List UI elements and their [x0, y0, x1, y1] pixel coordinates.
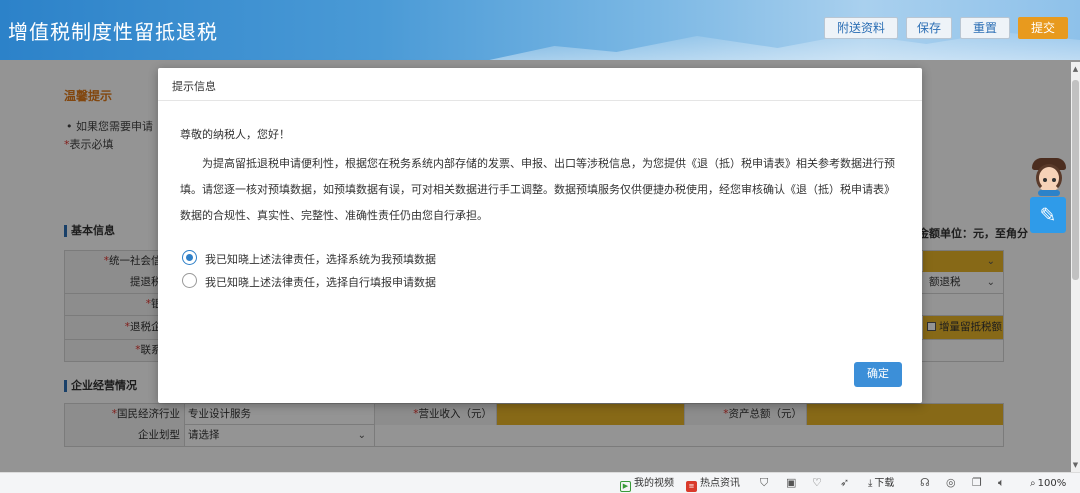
dialog-header: 提示信息: [158, 68, 922, 101]
avatar-face: [1036, 164, 1062, 192]
submit-button[interactable]: 提交: [1018, 17, 1068, 39]
shield-icon[interactable]: ⛉: [760, 476, 768, 490]
page-scrollbar[interactable]: ▲ ▼: [1071, 62, 1080, 472]
dialog-body: 尊敬的纳税人，您好！ 为提高留抵退税申请便利性，根据您在税务系统内部存储的发票、…: [180, 126, 902, 229]
avatar-collar: [1038, 190, 1060, 196]
my-video-label: 我的视频: [634, 478, 674, 489]
scrollbar-thumb[interactable]: [1072, 80, 1079, 280]
scroll-down-icon[interactable]: ▼: [1071, 460, 1080, 470]
info-dialog: 提示信息 尊敬的纳税人，您好！ 为提高留抵退税申请便利性，根据您在税务系统内部存…: [158, 68, 922, 403]
app-header: 增值税制度性留抵退税 附送资料 保存 重置 提交: [0, 0, 1080, 60]
speaker-icon[interactable]: 🔈︎: [998, 476, 1005, 490]
avatar-eye: [1043, 178, 1047, 182]
dialog-greeting: 尊敬的纳税人，您好！: [180, 128, 290, 141]
hot-news-label: 热点资讯: [700, 478, 740, 489]
browser-icon[interactable]: ◎: [946, 476, 956, 490]
headset-icon[interactable]: ☊: [920, 476, 930, 490]
radio-option-label: 我已知晓上述法律责任，选择自行填报申请数据: [205, 276, 436, 289]
zoom-level: 100%: [1037, 478, 1067, 489]
zoom-control[interactable]: ⌕ 100%: [1030, 477, 1066, 490]
confirm-button[interactable]: 确定: [854, 362, 902, 387]
browser-status-bar: ▶ 我的视频 ≡ 热点资讯 ⛉ ▣ ♡ ➶ ⤓ 下载 ☊ ◎ ❐ 🔈︎ ⌕ 100%: [0, 472, 1080, 493]
my-video-link[interactable]: ▶ 我的视频: [620, 477, 674, 492]
download-link[interactable]: ⤓ 下载: [868, 477, 894, 490]
image-icon[interactable]: ▣: [786, 476, 796, 490]
chat-icon[interactable]: ✎: [1030, 197, 1066, 233]
save-button[interactable]: 保存: [906, 17, 952, 39]
rocket-icon[interactable]: ➶: [840, 476, 849, 490]
hot-news-link[interactable]: ≡ 热点资讯: [686, 477, 740, 492]
avatar-eye: [1052, 178, 1056, 182]
radio-button[interactable]: [182, 273, 197, 288]
reset-button[interactable]: 重置: [960, 17, 1010, 39]
radio-button[interactable]: [182, 250, 197, 265]
page-title: 增值税制度性留抵退税: [8, 20, 218, 44]
download-icon: ⤓: [868, 478, 873, 489]
scroll-up-icon[interactable]: ▲: [1071, 64, 1080, 74]
window-icon[interactable]: ❐: [972, 476, 982, 490]
news-icon: ≡: [686, 481, 697, 492]
heart-icon[interactable]: ♡: [812, 476, 822, 490]
assistant-avatar-icon[interactable]: [1030, 156, 1068, 196]
dialog-title: 提示信息: [172, 80, 216, 93]
play-icon: ▶: [620, 481, 631, 492]
download-label: 下载: [874, 478, 895, 489]
attach-materials-button[interactable]: 附送资料: [824, 17, 898, 39]
radio-option-label: 我已知晓上述法律责任，选择系统为我预填数据: [205, 253, 436, 266]
dialog-paragraph: 为提高留抵退税申请便利性，根据您在税务系统内部存储的发票、申报、出口等涉税信息，…: [180, 157, 895, 222]
zoom-icon: ⌕: [1030, 478, 1036, 489]
